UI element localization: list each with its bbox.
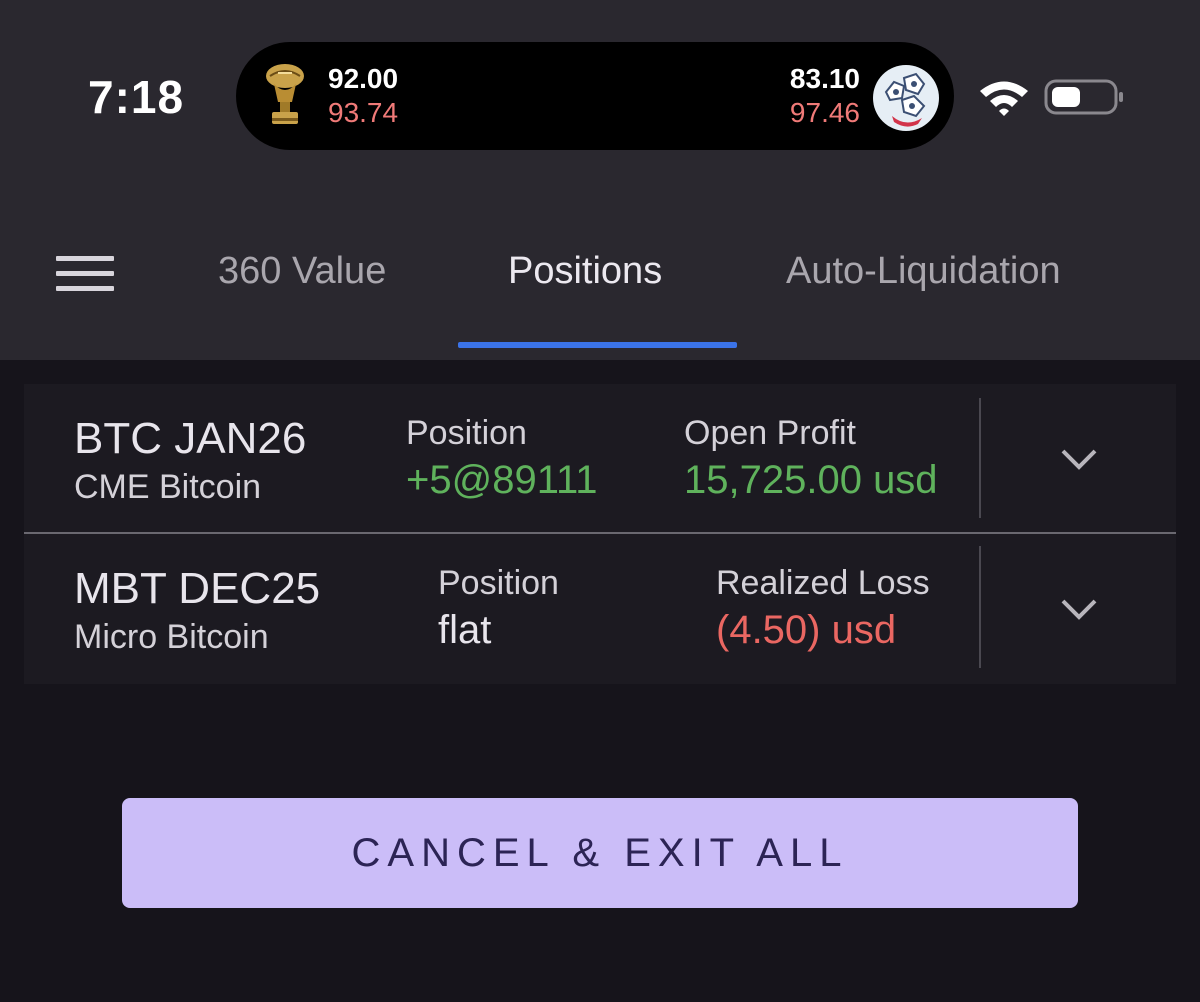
status-time: 7:18 — [88, 71, 185, 123]
right-score-top: 83.10 — [789, 63, 860, 94]
column-divider — [979, 398, 981, 518]
position-instrument-name: Micro Bitcoin — [74, 618, 269, 656]
position-value: +5@89111 — [406, 458, 598, 502]
chevron-down-icon — [1061, 599, 1097, 620]
position-value: flat — [438, 608, 492, 652]
tab-360-value[interactable]: 360 Value — [218, 250, 386, 293]
open-profit-value: 15,725.00 usd — [684, 458, 938, 502]
left-score: 92.00 93.74 — [328, 62, 398, 130]
position-symbol: BTC JAN26 — [74, 414, 307, 463]
hamburger-menu-icon[interactable] — [56, 256, 114, 296]
position-row-btc[interactable]: BTC JAN26 CME Bitcoin Position +5@89111 … — [24, 384, 1176, 534]
realized-loss-label: Realized Loss — [716, 564, 930, 602]
realized-loss-value: (4.50) usd — [716, 608, 897, 652]
expand-button[interactable] — [1054, 434, 1104, 484]
column-divider — [979, 546, 981, 668]
right-score: 83.10 97.46 — [790, 62, 860, 130]
position-label: Position — [438, 564, 559, 602]
tab-positions[interactable]: Positions — [508, 250, 662, 293]
wifi-icon — [980, 81, 1028, 116]
menu-line — [56, 271, 114, 276]
positions-list: BTC JAN26 CME Bitcoin Position +5@89111 … — [24, 384, 1176, 684]
trophy-icon — [266, 64, 304, 124]
menu-line — [56, 286, 114, 291]
position-instrument-name: CME Bitcoin — [74, 468, 262, 506]
tab-auto-liquidation[interactable]: Auto-Liquidation — [786, 250, 1061, 293]
chevron-down-icon — [1061, 449, 1097, 470]
expand-button[interactable] — [1054, 584, 1104, 634]
position-row-mbt[interactable]: MBT DEC25 Micro Bitcoin Position flat Re… — [24, 534, 1176, 684]
position-symbol: MBT DEC25 — [74, 564, 321, 613]
team-logo-icon — [873, 65, 939, 131]
left-score-bottom: 93.74 — [328, 97, 399, 128]
open-profit-label: Open Profit — [684, 414, 856, 452]
active-tab-indicator — [458, 342, 737, 348]
right-score-bottom: 97.46 — [789, 97, 860, 128]
menu-line — [56, 256, 114, 261]
cancel-exit-all-button[interactable]: CANCEL & EXIT ALL — [122, 798, 1078, 908]
dynamic-island-live-activity[interactable]: 92.00 93.74 83.10 97.46 — [236, 42, 954, 150]
battery-icon — [1044, 79, 1123, 115]
position-label: Position — [406, 414, 527, 452]
left-score-top: 92.00 — [328, 63, 399, 94]
